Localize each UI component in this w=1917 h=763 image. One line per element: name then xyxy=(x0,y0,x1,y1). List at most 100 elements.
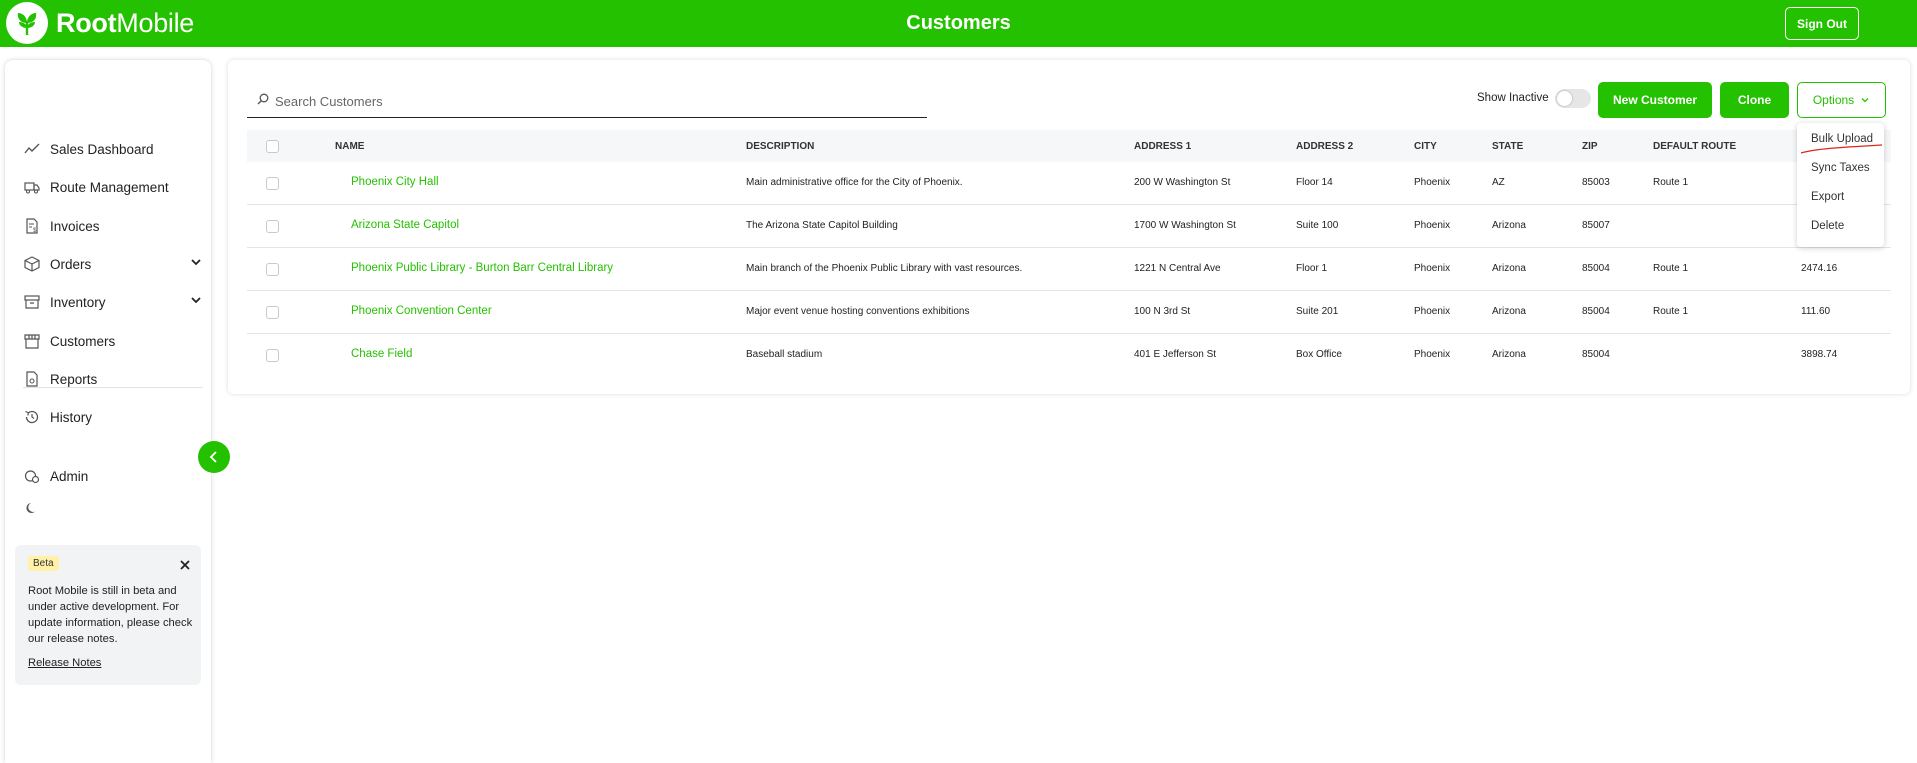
column-header-description[interactable]: DESCRIPTION xyxy=(746,141,814,152)
cell-amount: 2474.16 xyxy=(1801,263,1838,274)
cell-city: Phoenix xyxy=(1414,177,1451,188)
sidebar-item-inventory[interactable]: Inventory xyxy=(23,290,203,314)
theme-toggle[interactable] xyxy=(23,496,203,520)
cell-state: Arizona xyxy=(1492,306,1526,317)
options-button[interactable]: Options xyxy=(1797,82,1886,118)
history-icon xyxy=(23,408,41,426)
cell-description: Main branch of the Phoenix Public Librar… xyxy=(746,263,1023,274)
customer-name-link[interactable]: Phoenix Public Library - Burton Barr Cen… xyxy=(351,262,613,274)
table-header: NAME DESCRIPTION ADDRESS 1 ADDRESS 2 CIT… xyxy=(247,130,1891,162)
sidebar: Sales Dashboard Route Management $ Invoi… xyxy=(5,60,211,763)
row-checkbox[interactable] xyxy=(266,177,279,190)
column-header-state[interactable]: STATE xyxy=(1492,141,1523,152)
cell-amount: 111.60 xyxy=(1801,306,1831,317)
close-icon[interactable] xyxy=(178,558,192,572)
sidebar-item-orders[interactable]: Orders xyxy=(23,252,203,276)
column-header-address2[interactable]: ADDRESS 2 xyxy=(1296,141,1353,152)
cell-zip: 85007 xyxy=(1582,220,1610,231)
customer-name-link[interactable]: Chase Field xyxy=(351,348,412,360)
sidebar-item-invoices[interactable]: $ Invoices xyxy=(23,214,203,238)
cell-address1: 200 W Washington St xyxy=(1134,177,1231,188)
cell-default-route: Route 1 xyxy=(1653,306,1689,317)
cell-description: The Arizona State Capitol Building xyxy=(746,220,898,231)
cell-state: Arizona xyxy=(1492,220,1526,231)
sidebar-item-label: Sales Dashboard xyxy=(50,141,154,157)
page-title: Customers xyxy=(906,12,1011,34)
table-row[interactable]: Arizona State Capitol The Arizona State … xyxy=(247,205,1891,248)
cell-city: Phoenix xyxy=(1414,306,1451,317)
sidebar-item-admin[interactable]: Admin xyxy=(23,464,203,488)
cell-zip: 85004 xyxy=(1582,349,1610,360)
customer-name-link[interactable]: Arizona State Capitol xyxy=(351,219,459,231)
column-header-name[interactable]: NAME xyxy=(335,141,364,152)
collapse-sidebar-button[interactable] xyxy=(198,441,230,473)
cell-state: AZ xyxy=(1492,177,1505,188)
cell-address2: Box Office xyxy=(1296,349,1342,360)
table-row[interactable]: Chase Field Baseball stadium 401 E Jeffe… xyxy=(247,334,1891,377)
customer-name-link[interactable]: Phoenix Convention Center xyxy=(351,305,492,317)
sidebar-item-customers[interactable]: Customers xyxy=(23,329,203,353)
menu-item-delete[interactable]: Delete xyxy=(1811,220,1844,232)
table-row[interactable]: Phoenix City Hall Main administrative of… xyxy=(247,162,1891,205)
column-header-default-route[interactable]: DEFAULT ROUTE xyxy=(1653,141,1736,152)
cell-default-route: Route 1 xyxy=(1653,177,1689,188)
cell-amount: 3898.74 xyxy=(1801,349,1838,360)
invoice-icon: $ xyxy=(23,217,41,235)
sidebar-item-label: History xyxy=(50,409,93,425)
cell-city: Phoenix xyxy=(1414,349,1451,360)
menu-item-sync-taxes[interactable]: Sync Taxes xyxy=(1811,162,1870,174)
customer-name-link[interactable]: Phoenix City Hall xyxy=(351,176,439,188)
column-header-city[interactable]: CITY xyxy=(1414,141,1437,152)
release-notes-link[interactable]: Release Notes xyxy=(28,657,101,669)
truck-icon xyxy=(23,178,41,196)
sidebar-item-history[interactable]: History xyxy=(23,405,203,429)
customers-panel: Show Inactive New Customer Clone Options… xyxy=(228,60,1910,394)
sign-out-button[interactable]: Sign Out xyxy=(1785,7,1859,40)
cell-zip: 85003 xyxy=(1582,177,1610,188)
top-bar: RootMobile Customers Sign Out xyxy=(0,0,1917,47)
clone-button[interactable]: Clone xyxy=(1720,82,1789,118)
chevron-down-icon[interactable] xyxy=(189,293,203,310)
search-bar xyxy=(247,85,927,118)
search-input[interactable] xyxy=(275,93,915,109)
sidebar-item-sales-dashboard[interactable]: Sales Dashboard xyxy=(23,137,203,161)
beta-text: Root Mobile is still in beta and under a… xyxy=(28,585,193,645)
cell-address2: Floor 14 xyxy=(1296,177,1333,188)
sidebar-item-label: Inventory xyxy=(50,294,106,310)
cell-address2: Floor 1 xyxy=(1296,263,1328,274)
row-checkbox[interactable] xyxy=(266,306,279,319)
row-checkbox[interactable] xyxy=(266,349,279,362)
sidebar-item-label: Orders xyxy=(50,256,92,272)
table-row[interactable]: Phoenix Public Library - Burton Barr Cen… xyxy=(247,248,1891,291)
column-header-address1[interactable]: ADDRESS 1 xyxy=(1134,141,1191,152)
sidebar-item-label: Reports xyxy=(50,371,98,387)
row-checkbox[interactable] xyxy=(266,263,279,276)
trend-line-icon xyxy=(23,140,41,158)
new-customer-button[interactable]: New Customer xyxy=(1598,82,1712,118)
cell-address2: Suite 201 xyxy=(1296,306,1339,317)
search-icon xyxy=(257,92,269,110)
sidebar-item-label: Route Management xyxy=(50,179,169,195)
sidebar-item-route-management[interactable]: Route Management xyxy=(23,175,203,199)
cell-description: Major event venue hosting conventions ex… xyxy=(746,306,970,317)
store-icon xyxy=(23,332,41,350)
options-label: Options xyxy=(1812,93,1855,107)
chevron-down-icon[interactable] xyxy=(189,255,203,272)
cell-city: Phoenix xyxy=(1414,220,1451,231)
cell-description: Baseball stadium xyxy=(746,349,823,360)
cell-address1: 1221 N Central Ave xyxy=(1134,263,1221,274)
show-inactive-toggle[interactable] xyxy=(1555,89,1591,108)
sidebar-item-label: Admin xyxy=(50,468,89,484)
table-row[interactable]: Phoenix Convention Center Major event ve… xyxy=(247,291,1891,334)
moon-icon xyxy=(23,499,41,517)
cell-zip: 85004 xyxy=(1582,306,1610,317)
menu-item-export[interactable]: Export xyxy=(1811,191,1844,203)
options-dropdown-menu: Bulk Upload Sync Taxes Export Delete xyxy=(1797,123,1884,247)
cell-city: Phoenix xyxy=(1414,263,1451,274)
admin-gear-icon xyxy=(23,467,41,485)
row-checkbox[interactable] xyxy=(266,220,279,233)
select-all-checkbox[interactable] xyxy=(266,140,279,153)
red-underline-annotation xyxy=(1800,144,1883,154)
column-header-zip[interactable]: ZIP xyxy=(1582,141,1598,152)
cell-address1: 1700 W Washington St xyxy=(1134,220,1236,231)
